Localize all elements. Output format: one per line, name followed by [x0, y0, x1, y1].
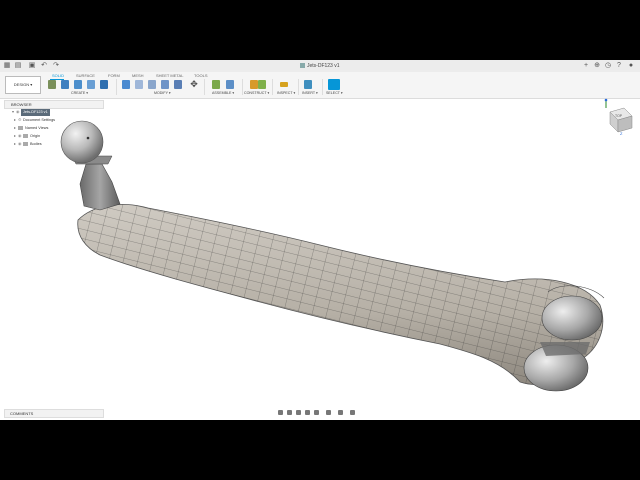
femoral-head-ball[interactable]: [60, 120, 104, 164]
look-at-icon[interactable]: [287, 410, 292, 415]
browser-item-label: Origin: [30, 134, 41, 138]
navigation-bar: [278, 409, 360, 417]
browser-root-item[interactable]: ▾ ◉ Jets-DF123 v1: [12, 109, 50, 116]
femur-body[interactable]: [77, 204, 604, 385]
folder-icon: [23, 142, 28, 146]
browser-item-named-views[interactable]: ▸ Named Views: [14, 125, 48, 132]
femur-mesh-wireframe: [77, 204, 603, 385]
folder-icon: [18, 126, 23, 130]
folder-icon: [23, 134, 28, 138]
fit-icon[interactable]: [314, 410, 319, 415]
browser-title: BROWSER: [11, 102, 32, 107]
browser-item-document-settings[interactable]: ▸ ⚙ Document Settings: [14, 117, 55, 124]
pan-icon[interactable]: [296, 410, 301, 415]
comments-title: COMMENTS: [10, 411, 34, 416]
z-axis-label: Z: [620, 131, 623, 136]
ball-marker: [86, 136, 90, 140]
viewports-icon[interactable]: [350, 410, 355, 415]
viewcube-face-label: TOP: [615, 114, 623, 118]
viewcube[interactable]: TOP Z: [600, 98, 634, 138]
browser-item-label: Document Settings: [23, 118, 56, 122]
browser-item-label: Bodies: [30, 142, 42, 146]
canvas-viewport[interactable]: [0, 60, 640, 420]
up-axis-dot: [604, 98, 608, 102]
implant-neck[interactable]: [79, 163, 121, 211]
intercondylar-notch: [540, 342, 590, 356]
display-settings-icon[interactable]: [326, 410, 331, 415]
browser-item-origin[interactable]: ▸ ◉ Origin: [14, 133, 40, 140]
grid-settings-icon[interactable]: [338, 410, 343, 415]
browser-item-label: Named Views: [25, 126, 49, 130]
lateral-condyle[interactable]: [541, 295, 603, 341]
browser-item-bodies[interactable]: ▸ ◉ Bodies: [14, 141, 42, 148]
comments-header[interactable]: COMMENTS: [4, 409, 104, 418]
fusion-app-window: ▦ ▤ ▣ ↶ ↷ Jets-DF123 v1 + ⊕ ◷ ? ● DESIGN…: [0, 60, 640, 420]
browser-header[interactable]: BROWSER: [4, 100, 104, 109]
orbit-icon[interactable]: [278, 410, 283, 415]
root-component-label: Jets-DF123 v1: [21, 109, 50, 116]
zoom-icon[interactable]: [305, 410, 310, 415]
